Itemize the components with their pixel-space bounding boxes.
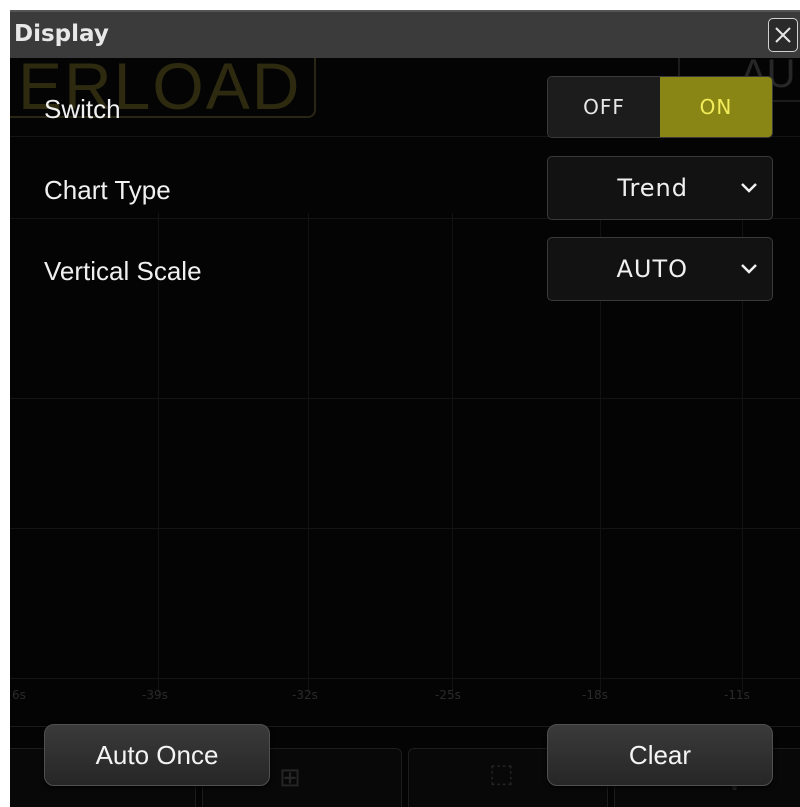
zoom-fit-icon: ⬚	[489, 759, 514, 789]
grid-line	[308, 213, 309, 693]
vertical-scale-value: AUTO	[616, 255, 688, 283]
time-axis-tick: -32s	[292, 688, 318, 702]
time-axis-tick: -18s	[582, 688, 608, 702]
time-axis-tick: -11s	[724, 688, 750, 702]
close-icon	[775, 27, 791, 43]
chevron-down-icon	[741, 264, 757, 274]
grid-line	[10, 528, 800, 529]
switch-on-option[interactable]: ON	[660, 77, 772, 137]
switch-toggle[interactable]: OFF ON	[547, 76, 773, 138]
time-axis-tick: 6s	[12, 688, 26, 702]
vertical-scale-label: Vertical Scale	[44, 256, 202, 286]
dialog-title: Display	[14, 21, 109, 47]
chart-type-value: Trend	[617, 174, 688, 202]
chart-type-dropdown[interactable]: Trend	[547, 156, 773, 220]
dialog-titlebar: Display	[10, 10, 800, 58]
grid-line	[10, 678, 800, 679]
chart-type-label: Chart Type	[44, 175, 171, 205]
clear-button[interactable]: Clear	[547, 724, 773, 786]
calculator-icon: ⊞	[279, 763, 301, 793]
time-axis-tick: -39s	[142, 688, 168, 702]
auto-once-button[interactable]: Auto Once	[44, 724, 270, 786]
switch-label: Switch	[44, 94, 121, 124]
grid-line	[452, 213, 453, 693]
switch-off-option[interactable]: OFF	[548, 77, 660, 137]
time-axis-tick: -25s	[435, 688, 461, 702]
close-button[interactable]	[768, 18, 798, 52]
display-dialog: ERLOAD AU 6s -39s -32s -25s -18s -11s ⊞ …	[10, 10, 800, 807]
grid-line	[10, 398, 800, 399]
chevron-down-icon	[741, 183, 757, 193]
vertical-scale-dropdown[interactable]: AUTO	[547, 237, 773, 301]
